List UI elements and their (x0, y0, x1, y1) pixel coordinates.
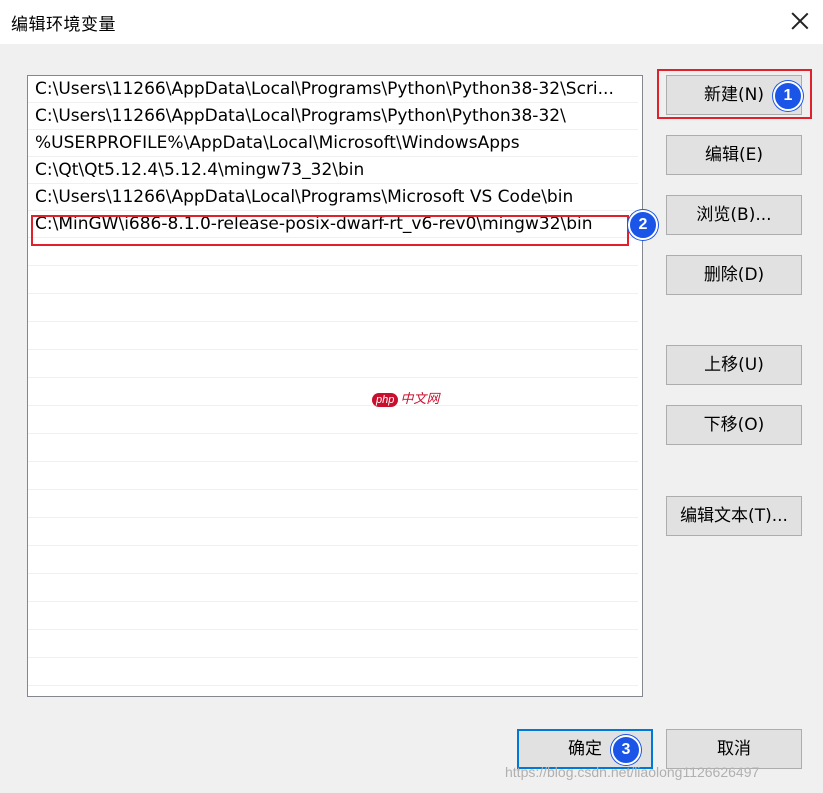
empty-row[interactable] (28, 546, 638, 574)
empty-row[interactable] (28, 322, 638, 350)
list-item[interactable]: C:\Users\11266\AppData\Local\Programs\Mi… (28, 184, 638, 211)
move-up-button[interactable]: 上移(U) (666, 345, 802, 385)
list-item[interactable]: C:\Users\11266\AppData\Local\Programs\Py… (28, 76, 638, 103)
empty-row[interactable] (28, 434, 638, 462)
move-down-button[interactable]: 下移(O) (666, 405, 802, 445)
list-item[interactable]: C:\Users\11266\AppData\Local\Programs\Py… (28, 103, 638, 130)
delete-button[interactable]: 删除(D) (666, 255, 802, 295)
list-item[interactable]: C:\Qt\Qt5.12.4\5.12.4\mingw73_32\bin (28, 157, 638, 184)
window-title: 编辑环境变量 (11, 15, 116, 35)
empty-row[interactable] (28, 266, 638, 294)
cancel-button[interactable]: 取消 (666, 729, 802, 769)
empty-row[interactable] (28, 602, 638, 630)
watermark-php: php (372, 393, 399, 407)
empty-row[interactable] (28, 630, 638, 658)
list-item[interactable]: %USERPROFILE%\AppData\Local\Microsoft\Wi… (28, 130, 638, 157)
edit-button[interactable]: 编辑(E) (666, 135, 802, 175)
close-icon[interactable] (791, 12, 809, 30)
watermark-url: https://blog.csdn.net/liaolong1126626497 (505, 764, 760, 780)
empty-row[interactable] (28, 378, 638, 406)
empty-row[interactable] (28, 238, 638, 266)
annotation-badge-3: 3 (611, 735, 641, 765)
annotation-badge-1: 1 (773, 81, 803, 111)
empty-row[interactable] (28, 350, 638, 378)
annotation-badge-2: 2 (628, 210, 658, 240)
list-item-selected[interactable]: C:\MinGW\i686-8.1.0-release-posix-dwarf-… (28, 211, 638, 238)
watermark-text: 中文网 (400, 391, 440, 406)
empty-row[interactable] (28, 462, 638, 490)
path-list[interactable]: C:\Users\11266\AppData\Local\Programs\Py… (27, 75, 643, 697)
browse-button[interactable]: 浏览(B)... (666, 195, 802, 235)
empty-row[interactable] (28, 406, 638, 434)
empty-row[interactable] (28, 518, 638, 546)
edit-text-button[interactable]: 编辑文本(T)... (666, 496, 802, 536)
title-bar: 编辑环境变量 (0, 0, 823, 44)
empty-row[interactable] (28, 294, 638, 322)
empty-row[interactable] (28, 490, 638, 518)
empty-row[interactable] (28, 574, 638, 602)
empty-row[interactable] (28, 658, 638, 686)
watermark-logo: php 中文网 (372, 388, 439, 407)
